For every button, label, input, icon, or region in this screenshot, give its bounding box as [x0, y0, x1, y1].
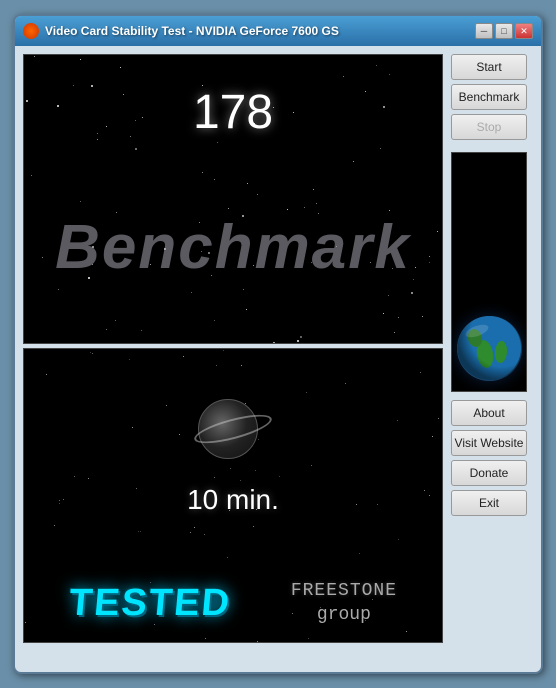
right-panel: Start Benchmark Stop — [451, 54, 533, 664]
time-value: 10 min. — [187, 484, 279, 516]
maximize-button[interactable]: □ — [495, 23, 513, 39]
score-value: 178 — [193, 85, 273, 140]
bottom-display: 10 min. TESTED FREESTONE group — [23, 348, 443, 643]
app-icon — [23, 23, 39, 39]
bottom-logos: TESTED FREESTONE group — [24, 580, 442, 627]
window-controls: ─ □ ✕ — [475, 23, 533, 39]
title-bar: Video Card Stability Test - NVIDIA GeFor… — [15, 16, 541, 46]
top-button-group: Start Benchmark Stop — [451, 54, 533, 140]
planet-visual — [193, 389, 273, 469]
stop-button[interactable]: Stop — [451, 114, 527, 140]
earth-globe — [457, 316, 522, 381]
minimize-button[interactable]: ─ — [475, 23, 493, 39]
score-display: // Generate stars inline via DOM manipul… — [23, 54, 443, 344]
freestone-logo: FREESTONE group — [291, 580, 397, 627]
exit-button[interactable]: Exit — [451, 490, 527, 516]
donate-button[interactable]: Donate — [451, 460, 527, 486]
window-content: // Generate stars inline via DOM manipul… — [15, 46, 541, 672]
visit-website-button[interactable]: Visit Website — [451, 430, 527, 456]
freestone-line2: group — [291, 604, 397, 627]
earth-svg — [457, 316, 522, 381]
window-title: Video Card Stability Test - NVIDIA GeFor… — [45, 24, 469, 38]
benchmark-label: Benchmark — [55, 212, 411, 283]
left-panel: // Generate stars inline via DOM manipul… — [23, 54, 443, 664]
start-button[interactable]: Start — [451, 54, 527, 80]
freestone-line1: FREESTONE — [291, 580, 397, 603]
benchmark-button[interactable]: Benchmark — [451, 84, 527, 110]
about-button[interactable]: About — [451, 400, 527, 426]
earth-display — [451, 152, 527, 392]
bottom-button-group: About Visit Website Donate Exit — [451, 400, 533, 516]
main-window: Video Card Stability Test - NVIDIA GeFor… — [13, 14, 543, 674]
close-button[interactable]: ✕ — [515, 23, 533, 39]
tested-label: TESTED — [67, 582, 233, 625]
